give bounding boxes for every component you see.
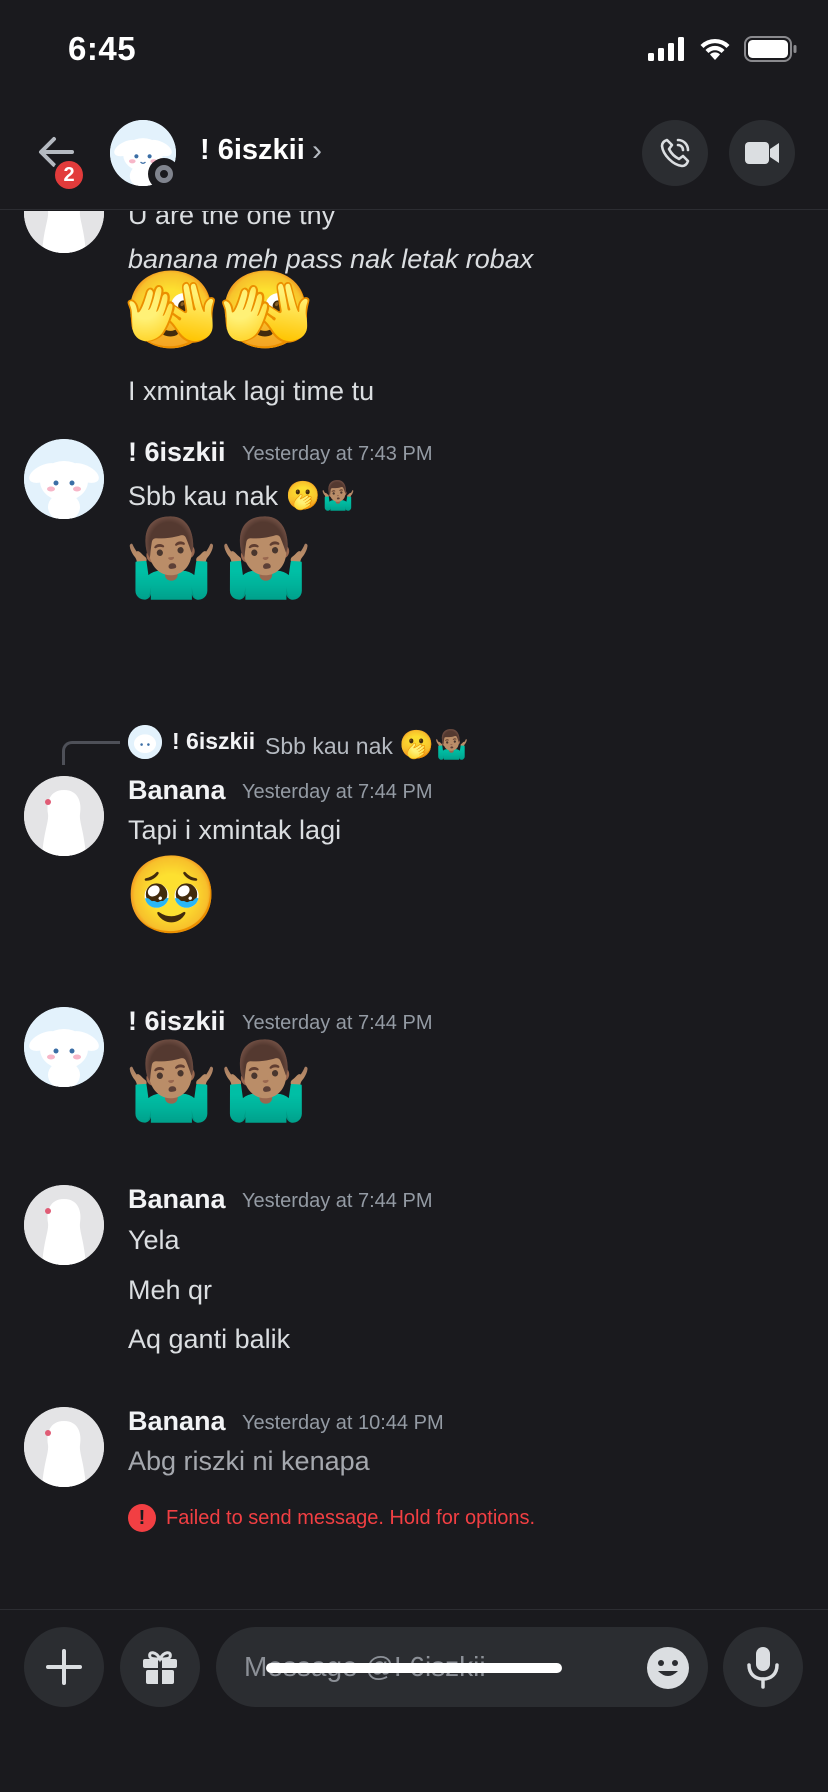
status-bar: 6:45	[0, 0, 828, 100]
avatar[interactable]	[24, 1185, 104, 1265]
banana-avatar-icon	[24, 1185, 104, 1265]
unread-badge: 2	[52, 158, 86, 192]
message-text-content: Sbb kau nak	[128, 481, 279, 511]
message-timestamp: Yesterday at 10:44 PM	[242, 1412, 444, 1434]
video-call-button[interactable]	[729, 120, 795, 186]
microphone-icon	[747, 1647, 779, 1689]
phone-call-icon	[660, 138, 690, 168]
message-author[interactable]: ! 6iszkii	[128, 437, 226, 468]
message-text[interactable]: Abg riszki ni kenapa	[128, 1446, 370, 1477]
emoji-icon[interactable]	[646, 1646, 690, 1690]
voice-call-button[interactable]	[642, 120, 708, 186]
send-error[interactable]: ! Failed to send message. Hold for optio…	[128, 1504, 535, 1532]
message-timestamp: Yesterday at 7:44 PM	[242, 1012, 433, 1034]
message-timestamp: Yesterday at 7:43 PM	[242, 443, 433, 465]
cinnamoroll-avatar-icon	[24, 439, 104, 519]
message-text[interactable]: Sbb kau nak 🫢🤷🏽‍♂️	[128, 479, 355, 512]
status-icons	[648, 36, 798, 62]
message-composer: Message @! 6iszkii	[0, 1609, 828, 1792]
chat-header: 2 ! 6iszkii ›	[0, 100, 828, 210]
reply-avatar[interactable]	[128, 725, 162, 759]
inline-emoji: 🫢🤷🏽‍♂️	[399, 729, 469, 760]
page-title[interactable]: ! 6iszkii	[200, 134, 305, 167]
big-emoji[interactable]: 🤷🏽‍♂️🤷🏽‍♂️	[124, 520, 313, 596]
reply-text-content: Sbb kau nak	[265, 733, 393, 759]
cinnamoroll-avatar-icon	[24, 1007, 104, 1087]
add-attachment-button[interactable]	[24, 1627, 104, 1707]
cellular-signal-icon	[648, 37, 684, 61]
message-author[interactable]: Banana	[128, 1406, 226, 1437]
message-author[interactable]: ! 6iszkii	[128, 1006, 226, 1037]
banana-avatar-icon	[24, 776, 104, 856]
message-text[interactable]: Yela	[128, 1225, 180, 1256]
error-text: Failed to send message. Hold for options…	[166, 1506, 536, 1529]
banana-avatar-icon	[24, 1407, 104, 1487]
battery-icon	[744, 36, 797, 62]
message-author[interactable]: Banana	[128, 775, 226, 806]
big-emoji[interactable]: 🥹	[124, 857, 219, 933]
inline-emoji: 🫢🤷🏽‍♂️	[285, 480, 356, 511]
cinnamoroll-avatar-icon	[128, 725, 162, 759]
gift-button[interactable]	[120, 1627, 200, 1707]
video-camera-icon	[745, 142, 779, 164]
reply-preview-text[interactable]: Sbb kau nak 🫢🤷🏽‍♂️	[265, 728, 469, 761]
message-timestamp: Yesterday at 7:44 PM	[242, 781, 433, 803]
chevron-right-icon[interactable]: ›	[312, 134, 322, 168]
message-timestamp: Yesterday at 7:44 PM	[242, 1190, 433, 1212]
big-emoji[interactable]: 🤷🏽‍♂️🤷🏽‍♂️	[124, 1043, 313, 1119]
reply-author[interactable]: ! 6iszkii	[172, 728, 255, 755]
message-list[interactable]: U are the one tny banana meh pass nak le…	[0, 211, 828, 1609]
big-emoji[interactable]: 🫣🫣	[124, 272, 313, 348]
wifi-icon	[700, 38, 730, 60]
banana-avatar-icon	[24, 211, 104, 253]
reply-connector	[62, 741, 120, 765]
status-time: 6:45	[68, 30, 137, 67]
voice-message-button[interactable]	[723, 1627, 803, 1707]
message-text[interactable]: I xmintak lagi time tu	[128, 376, 374, 407]
avatar[interactable]	[24, 211, 104, 253]
offline-status-icon	[148, 158, 180, 190]
message-text[interactable]: Tapi i xmintak lagi	[128, 815, 341, 846]
message-text[interactable]: Meh qr	[128, 1275, 212, 1306]
avatar[interactable]	[24, 776, 104, 856]
plus-icon	[46, 1649, 82, 1685]
message-author[interactable]: Banana	[128, 1184, 226, 1215]
message-text[interactable]: Aq ganti balik	[128, 1324, 290, 1355]
message-text[interactable]: U are the one tny	[128, 211, 335, 231]
error-icon: !	[128, 1504, 156, 1532]
avatar[interactable]	[24, 1407, 104, 1487]
gift-icon	[143, 1651, 177, 1684]
avatar[interactable]	[24, 1007, 104, 1087]
avatar[interactable]	[24, 439, 104, 519]
home-indicator[interactable]	[266, 1663, 562, 1673]
